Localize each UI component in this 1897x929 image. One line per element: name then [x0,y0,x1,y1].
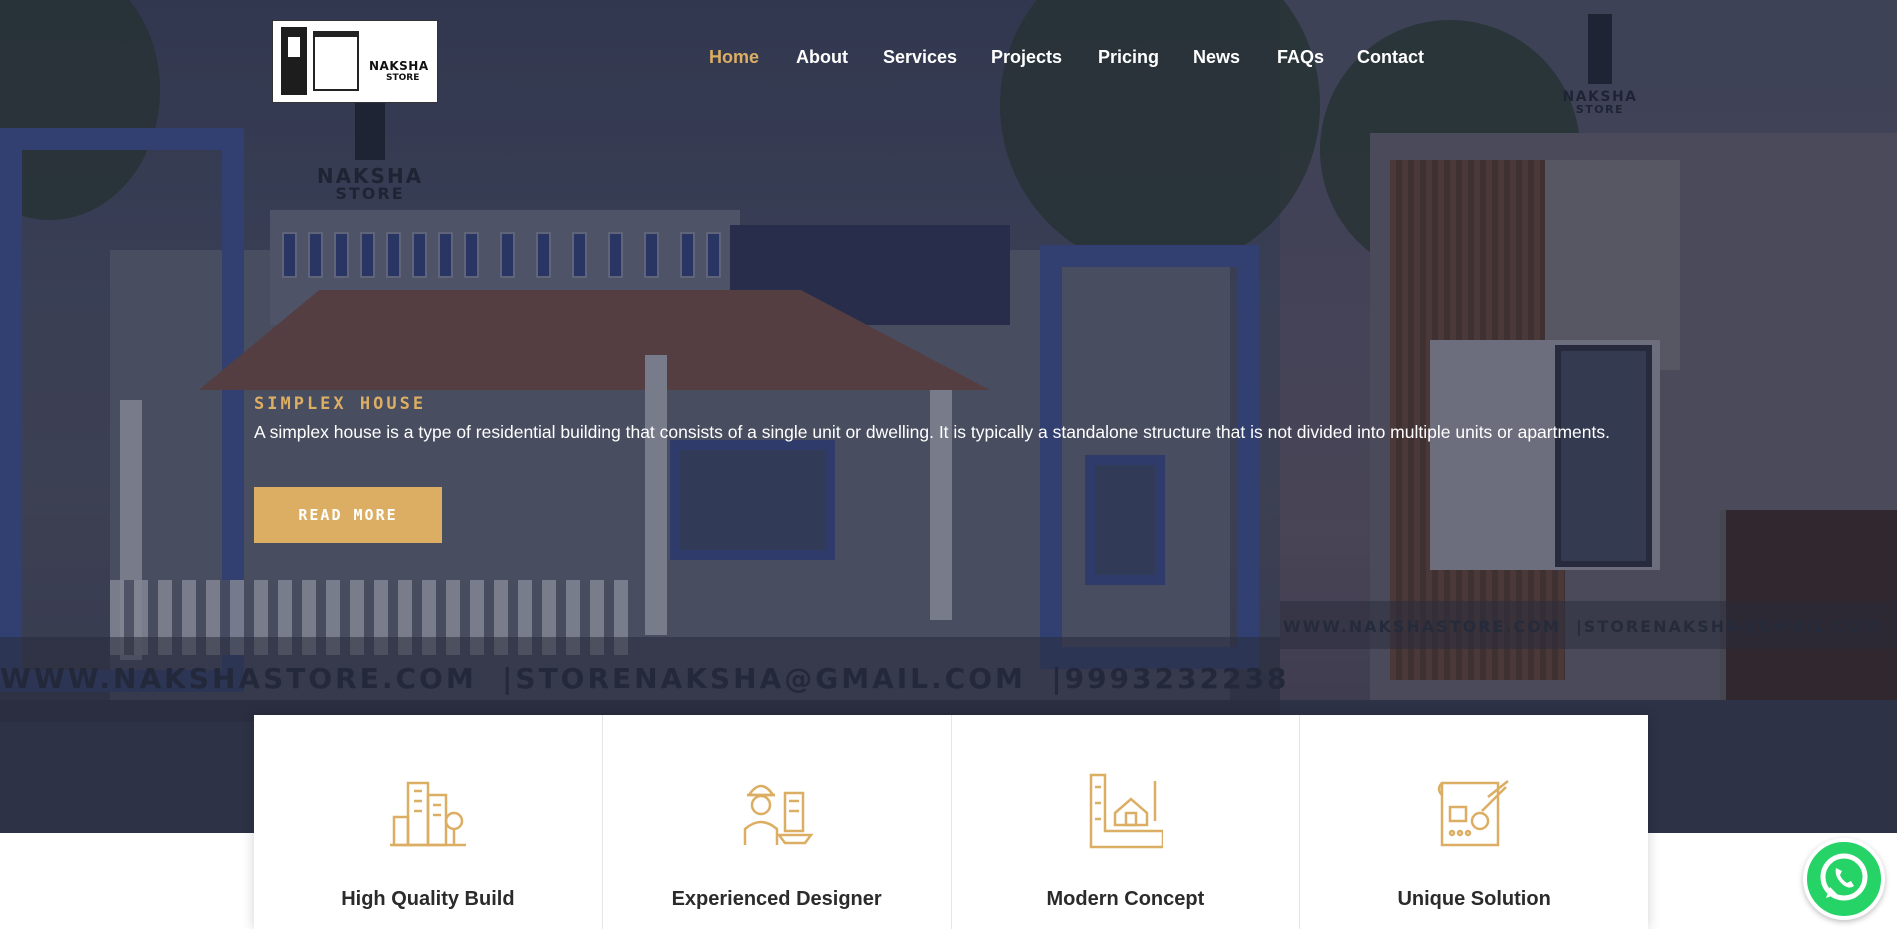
feature-label: Modern Concept [1046,888,1205,910]
nav-about[interactable]: About [796,47,848,68]
engineer-icon [743,784,814,845]
nav-contact[interactable]: Contact [1357,47,1424,68]
feature-label: Experienced Designer [671,888,882,910]
hero-watermark: WWW.NAKSHASTORE.COM |STORENAKSHA@GMAIL.C… [0,662,1290,695]
feature-card: Modern Concept [952,715,1301,929]
feature-card: High Quality Build [254,715,603,929]
logo-sub: STORE [386,73,420,83]
feature-card: Unique Solution [1300,715,1648,929]
nav-projects[interactable]: Projects [991,47,1062,68]
main-nav: Home About Services Projects Pricing New… [0,47,1897,71]
feature-label: High Quality Build [341,888,515,910]
hero-kicker: SIMPLEX HOUSE [254,394,427,414]
whatsapp-icon [1820,853,1868,901]
whatsapp-button[interactable] [1803,838,1885,920]
nav-pricing[interactable]: Pricing [1098,47,1159,68]
blueprint-house-icon [1090,773,1164,849]
hero-banner: WWW.NAKSHASTORE.COM |STORENAKSHA@GMAIL.C… [0,0,1897,833]
nav-news[interactable]: News [1193,47,1240,68]
feature-label: Unique Solution [1397,888,1551,910]
nav-services[interactable]: Services [883,47,957,68]
watermark-logo: NAKSHA STORE [300,100,440,202]
read-more-button[interactable]: READ MORE [254,487,442,543]
buildings-icon [389,781,466,847]
plan-drawing-icon [1437,780,1509,847]
hero-watermark-right: WWW.NAKSHASTORE.COM |STORENAKSHA@GMAIL.C… [1283,617,1897,636]
hero-description: A simplex house is a type of residential… [254,422,1610,442]
features-strip: High Quality Build Experienced Designer … [254,715,1648,929]
feature-card: Experienced Designer [603,715,952,929]
nav-home[interactable]: Home [709,47,759,68]
nav-faqs[interactable]: FAQs [1277,47,1324,68]
